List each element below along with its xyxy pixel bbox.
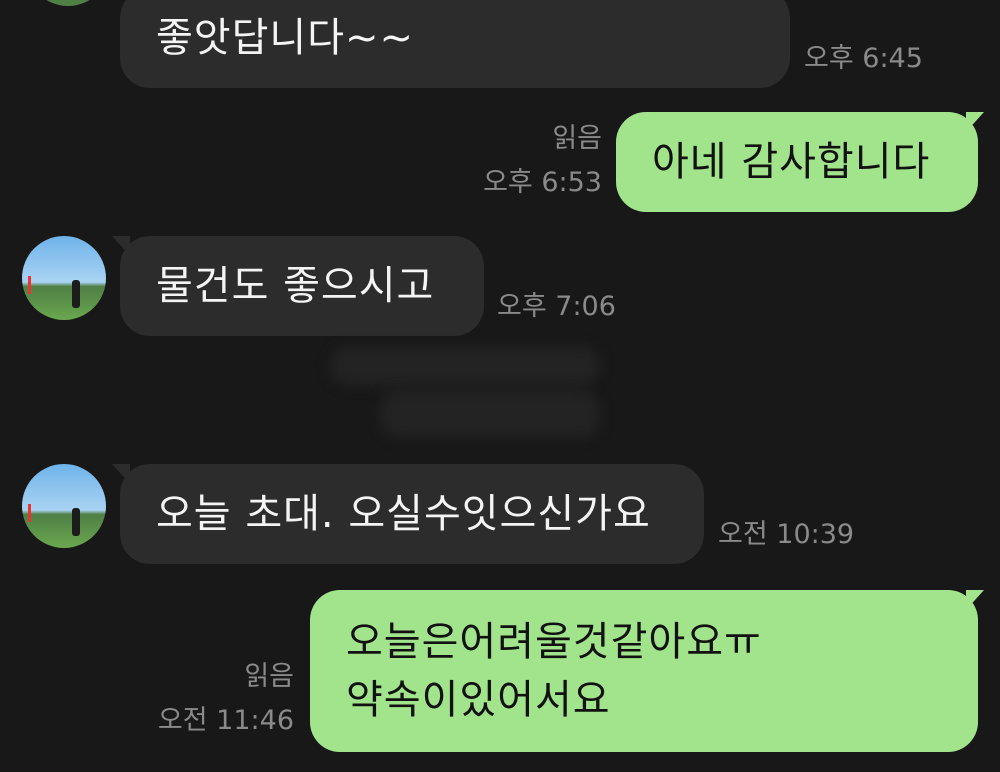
incoming-message-bubble[interactable]: 물건도 좋으시고 [120,236,484,336]
outgoing-message-bubble[interactable]: 아네 감사합니다 [616,112,978,212]
contact-avatar[interactable] [22,464,106,548]
blurred-redaction [380,390,600,438]
message-text: 물건도 좋으시고 [156,263,435,309]
message-time: 오후 7:06 [497,291,616,322]
flag-icon [28,504,31,522]
blurred-redaction [330,346,600,386]
bubble-tail [966,112,984,132]
flag-icon [28,276,31,294]
message-text: 아네 감사합니다 [652,139,931,185]
contact-avatar[interactable] [22,236,106,320]
message-time: 오후 6:45 [804,43,923,74]
message-time: 오후 6:53 [483,167,602,198]
read-receipt: 읽음 [244,661,294,692]
contact-avatar-partial[interactable] [26,0,110,6]
outgoing-message-bubble[interactable]: 오늘은어려울것같아요ㅠ 약속이있어서요 [310,590,978,752]
bubble-tail [966,590,984,610]
message-text-line: 약속이있어서요 [346,677,611,723]
message-time: 오전 10:39 [718,519,855,550]
person-silhouette [72,280,80,308]
person-silhouette [72,508,80,536]
message-time: 오전 11:46 [157,705,294,736]
message-text: 오늘 초대. 오실수잇으신가요 [156,491,651,537]
read-receipt: 읽음 [552,123,602,154]
incoming-message-bubble[interactable]: 좋앗답니다~~ [120,0,790,88]
message-text: 좋앗답니다~~ [156,15,415,61]
message-text-line: 오늘은어려울것같아요ㅠ [346,619,762,665]
incoming-message-bubble[interactable]: 오늘 초대. 오실수잇으신가요 [120,464,704,564]
